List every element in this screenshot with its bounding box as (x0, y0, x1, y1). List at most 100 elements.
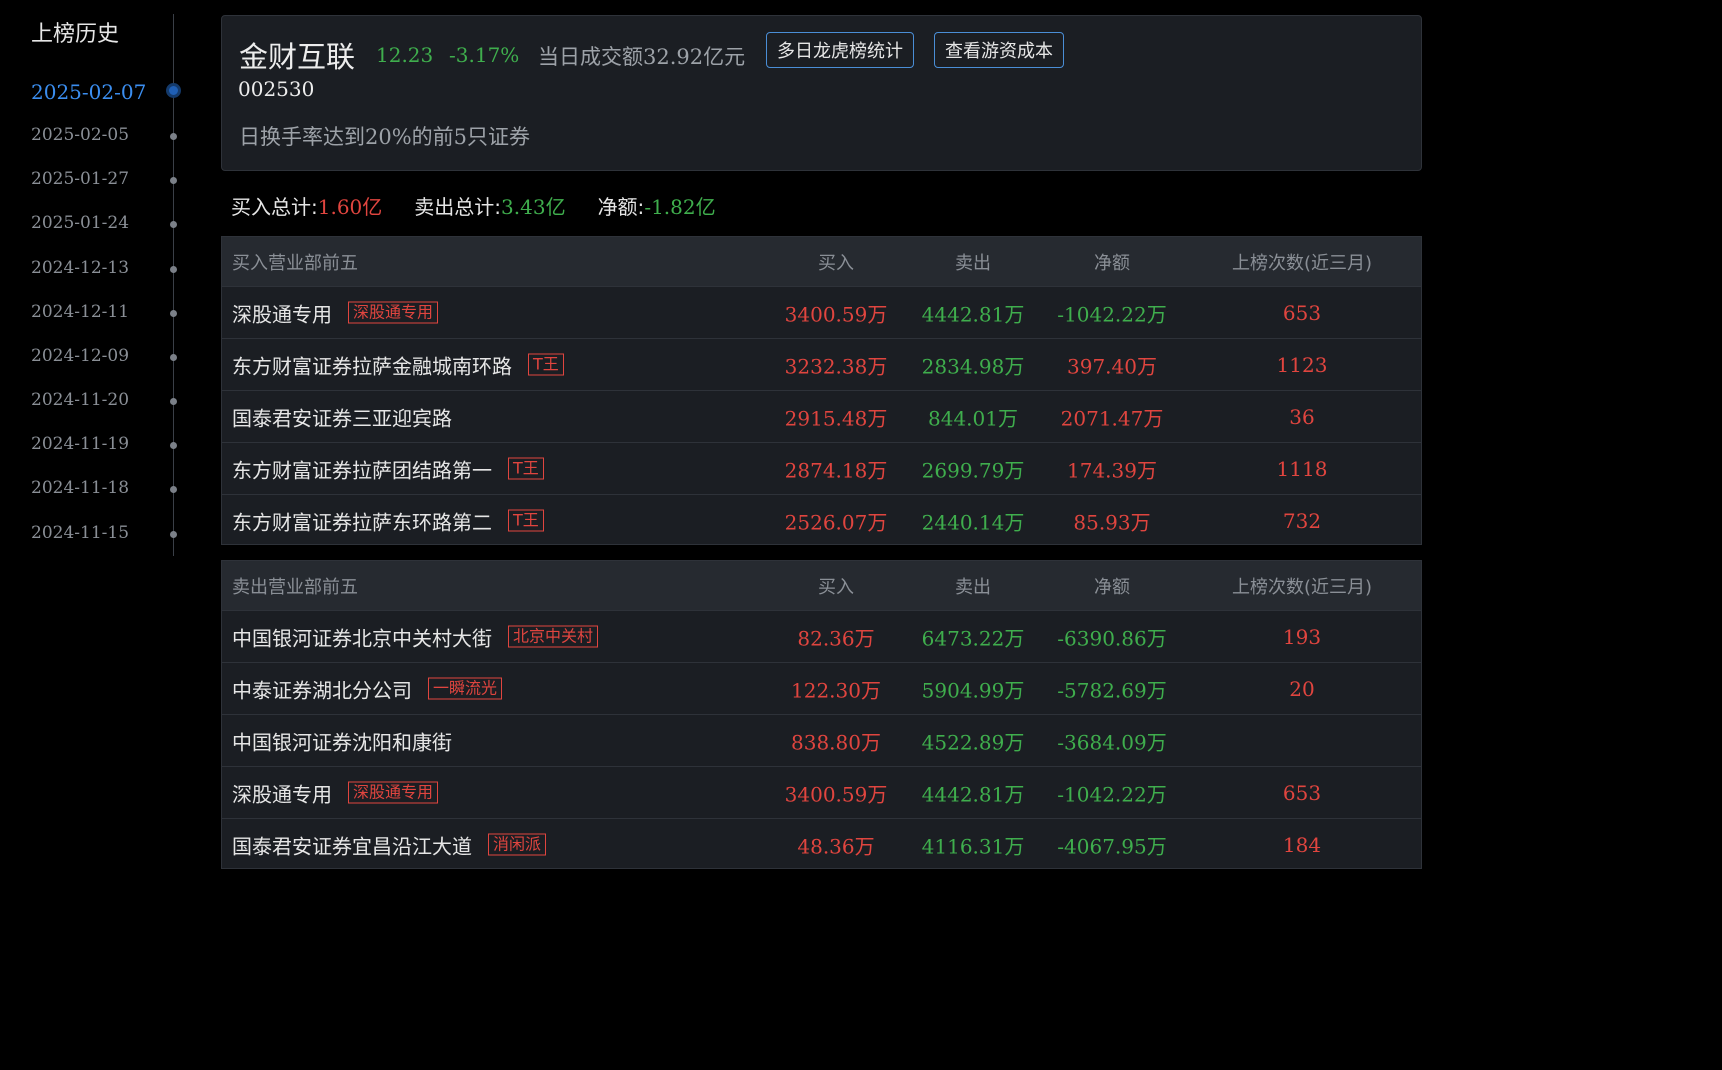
table-row[interactable]: 国泰君安证券宜昌沿江大道 消闲派 48.36万 4116.31万 -4067.95万 18… (222, 818, 1421, 870)
broker-cell: 中国银河证券北京中关村大街 北京中关村 (232, 622, 599, 651)
col-header-net: 净额 (1094, 576, 1130, 598)
broker-cell: 东方财富证券拉萨团结路第一 T王 (232, 454, 544, 483)
sell-amount: 2699.79万 (921, 458, 1025, 482)
buy-amount: 2915.48万 (784, 406, 888, 430)
broker-tag[interactable]: 深股通专用 (348, 781, 439, 804)
history-sidebar: 上榜历史 2025-02-07 2025-02-05 2025-01-27 2025-… (0, 0, 190, 560)
col-header-broker: 卖出营业部前五 (232, 576, 358, 598)
net-amount: 85.93万 (1073, 510, 1151, 534)
sell-amount: 844.01万 (928, 406, 1018, 430)
view-cost-button[interactable]: 查看游资成本 (934, 32, 1064, 68)
history-date-item[interactable]: 2024-12-11 (31, 302, 129, 322)
history-date-item[interactable]: 2025-01-27 (31, 169, 129, 189)
broker-name[interactable]: 深股通专用 (232, 778, 332, 807)
broker-name[interactable]: 东方财富证券拉萨东环路第二 (232, 506, 492, 535)
buy-amount: 838.80万 (791, 730, 881, 754)
net-amount: -3684.09万 (1057, 730, 1167, 754)
table-row[interactable]: 中国银河证券北京中关村大街 北京中关村 82.36万 6473.22万 -6390.86… (222, 610, 1421, 662)
stock-code: 002530 (238, 77, 315, 101)
history-date-item[interactable]: 2024-12-09 (31, 346, 129, 366)
history-date-item[interactable]: 2024-11-18 (31, 478, 129, 498)
sell-amount: 4442.81万 (921, 782, 1025, 806)
buy-amount: 82.36万 (797, 626, 875, 650)
listing-count: 193 (1282, 624, 1322, 649)
table-row[interactable]: 深股通专用 深股通专用 3400.59万 4442.81万 -1042.22万 653 (222, 286, 1421, 338)
broker-cell: 国泰君安证券宜昌沿江大道 消闲派 (232, 830, 547, 859)
net-amount: -1042.22万 (1057, 302, 1167, 326)
table-row[interactable]: 中国银河证券沈阳和康街 838.80万 4522.89万 -3684.09万 (222, 714, 1421, 766)
sell-amount: 4442.81万 (921, 302, 1025, 326)
history-date-item[interactable]: 2025-02-05 (31, 125, 129, 145)
broker-tag[interactable]: 一瞬流光 (428, 677, 503, 700)
broker-tag[interactable]: 深股通专用 (348, 301, 439, 324)
broker-name[interactable]: 东方财富证券拉萨团结路第一 (232, 454, 492, 483)
broker-name[interactable]: 中国银河证券沈阳和康街 (232, 726, 452, 755)
net-total-label: 净额: (597, 195, 645, 219)
col-header-net: 净额 (1094, 252, 1130, 274)
listing-count: 653 (1282, 300, 1322, 325)
multi-day-stats-button[interactable]: 多日龙虎榜统计 (766, 32, 914, 68)
broker-tag[interactable]: 北京中关村 (508, 625, 599, 648)
history-date-item[interactable]: 2024-12-13 (31, 258, 129, 278)
buy-total-value: 1.60亿 (317, 195, 383, 219)
history-date-item[interactable]: 2024-11-20 (31, 390, 129, 410)
col-header-buy: 买入 (818, 576, 854, 598)
broker-tag[interactable]: T王 (508, 457, 544, 480)
buy-brokers-table: 买入营业部前五 买入 卖出 净额 上榜次数(近三月) 深股通专用 深股通专用 340… (221, 236, 1422, 545)
stock-header-card: 金财互联 12.23 -3.17% 当日成交额32.92亿元 多日龙虎榜统计 查… (221, 15, 1422, 171)
sell-total-value: 3.43亿 (501, 195, 566, 219)
stock-price: 12.23 (376, 43, 434, 67)
sell-amount: 5904.99万 (921, 678, 1025, 702)
listing-count: 36 (1289, 404, 1315, 429)
sell-amount: 4116.31万 (921, 834, 1025, 858)
stock-name: 金财互联 (239, 40, 356, 74)
broker-tag[interactable]: T王 (508, 509, 544, 532)
table-row[interactable]: 中泰证券湖北分公司 一瞬流光 122.30万 5904.99万 -5782.69万 20 (222, 662, 1421, 714)
timeline-dot (170, 354, 177, 361)
sell-brokers-table: 卖出营业部前五 买入 卖出 净额 上榜次数(近三月) 中国银河证券北京中关村大街… (221, 560, 1422, 869)
history-date-item[interactable]: 2024-11-15 (31, 523, 129, 543)
timeline-dot (170, 266, 177, 273)
history-date-item[interactable]: 2025-01-24 (31, 213, 129, 233)
col-header-count: 上榜次数(近三月) (1231, 576, 1373, 598)
col-header-count: 上榜次数(近三月) (1231, 252, 1373, 274)
table-row[interactable]: 东方财富证券拉萨东环路第二 T王 2526.07万 2440.14万 85.93万 732 (222, 494, 1421, 546)
net-amount: 174.39万 (1067, 458, 1157, 482)
listing-count: 184 (1282, 832, 1322, 857)
timeline-dot (170, 310, 177, 317)
broker-name[interactable]: 东方财富证券拉萨金融城南环路 (232, 350, 512, 379)
history-date-item[interactable]: 2025-02-07 (31, 80, 146, 104)
table-header: 买入营业部前五 买入 卖出 净额 上榜次数(近三月) (222, 237, 1421, 286)
broker-cell: 中泰证券湖北分公司 一瞬流光 (232, 674, 503, 703)
sell-amount: 6473.22万 (921, 626, 1025, 650)
broker-cell: 东方财富证券拉萨金融城南环路 T王 (232, 350, 564, 379)
broker-cell: 深股通专用 深股通专用 (232, 778, 439, 807)
broker-name[interactable]: 国泰君安证券三亚迎宾路 (232, 402, 452, 431)
net-amount: -1042.22万 (1057, 782, 1167, 806)
broker-name[interactable]: 深股通专用 (232, 298, 332, 327)
sell-total-label: 卖出总计: (414, 195, 502, 219)
col-header-sell: 卖出 (955, 252, 991, 274)
broker-name[interactable]: 国泰君安证券宜昌沿江大道 (232, 830, 472, 859)
net-total-value: -1.82亿 (644, 195, 716, 219)
history-date-item[interactable]: 2024-11-19 (31, 434, 129, 454)
broker-tag[interactable]: 消闲派 (488, 833, 547, 856)
net-amount: 2071.47万 (1060, 406, 1164, 430)
timeline-dot (170, 486, 177, 493)
col-header-broker: 买入营业部前五 (232, 252, 358, 274)
timeline-dot (170, 442, 177, 449)
broker-name[interactable]: 中泰证券湖北分公司 (232, 674, 412, 703)
timeline-dot (170, 398, 177, 405)
net-amount: 397.40万 (1067, 354, 1157, 378)
broker-tag[interactable]: T王 (528, 353, 564, 376)
table-row[interactable]: 国泰君安证券三亚迎宾路 2915.48万 844.01万 2071.47万 36 (222, 390, 1421, 442)
table-row[interactable]: 东方财富证券拉萨团结路第一 T王 2874.18万 2699.79万 174.39万 11… (222, 442, 1421, 494)
broker-name[interactable]: 中国银河证券北京中关村大街 (232, 622, 492, 651)
timeline-dot (170, 531, 177, 538)
table-row[interactable]: 深股通专用 深股通专用 3400.59万 4442.81万 -1042.22万 653 (222, 766, 1421, 818)
net-amount: -5782.69万 (1057, 678, 1167, 702)
sell-amount: 2834.98万 (921, 354, 1025, 378)
buy-amount: 2526.07万 (784, 510, 888, 534)
table-row[interactable]: 东方财富证券拉萨金融城南环路 T王 3232.38万 2834.98万 397.40万 1… (222, 338, 1421, 390)
listing-count: 653 (1282, 780, 1322, 805)
